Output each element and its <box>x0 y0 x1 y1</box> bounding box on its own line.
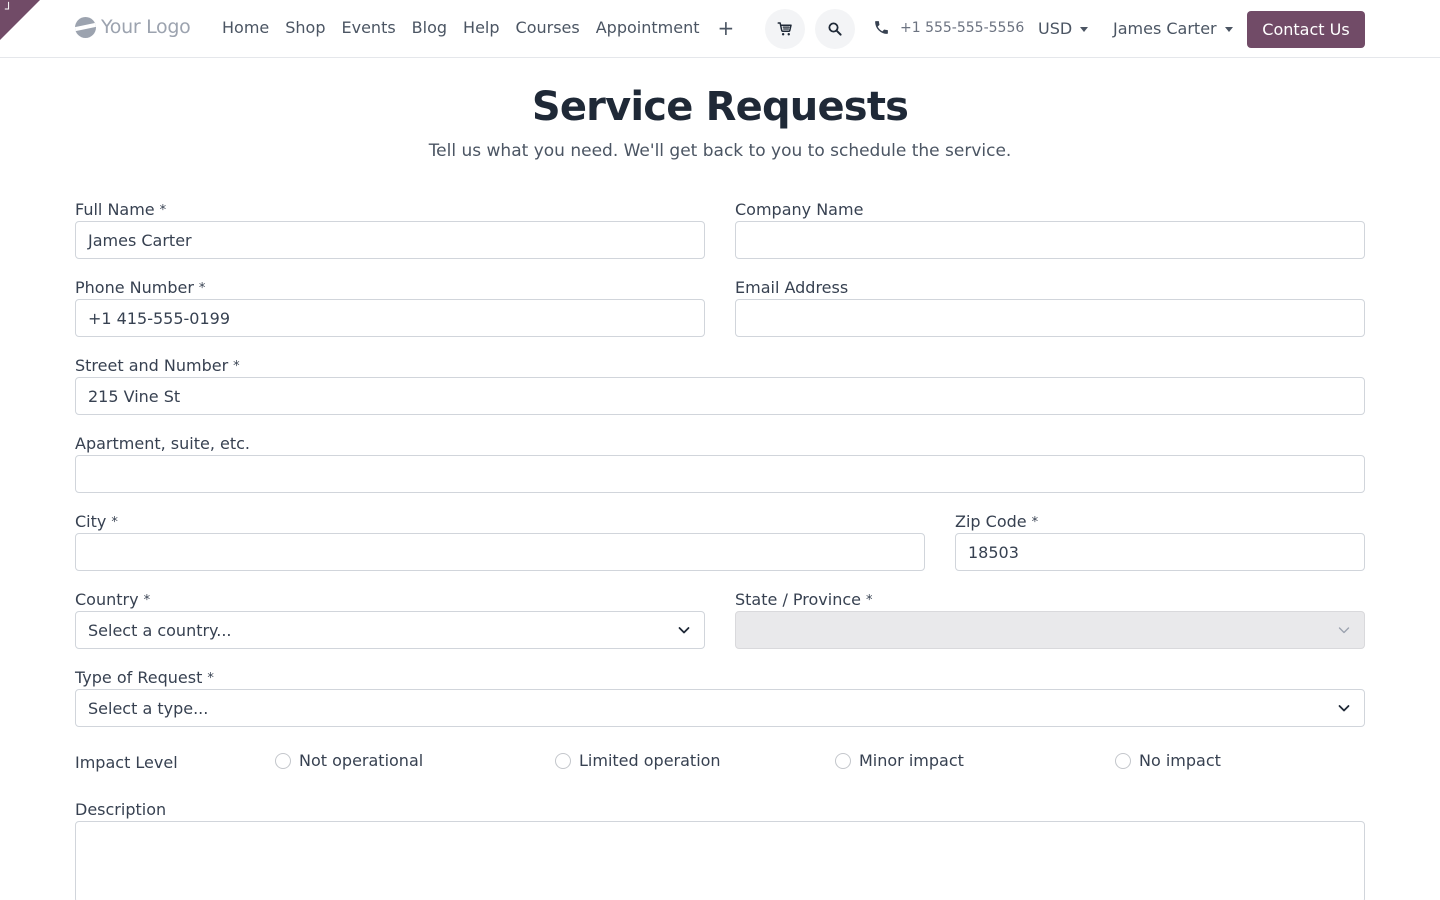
cart-button[interactable] <box>765 9 805 49</box>
phone-number-value: +1 415-555-0199 <box>88 308 231 328</box>
chevron-down-icon <box>1338 627 1350 634</box>
city-input[interactable] <box>75 533 925 571</box>
nav-events[interactable]: Events <box>342 18 396 37</box>
request-type-label: Type of Request * <box>75 668 214 687</box>
radio-label: Minor impact <box>859 751 964 770</box>
request-type-select[interactable]: Select a type... <box>75 689 1365 727</box>
chevron-down-icon <box>1224 27 1233 32</box>
edit-corner-icon: ┘ <box>5 2 13 16</box>
radio-label: No impact <box>1139 751 1221 770</box>
nav-shop[interactable]: Shop <box>285 18 325 37</box>
nav-add-icon[interactable]: + <box>717 18 734 38</box>
description-textarea[interactable] <box>75 821 1365 900</box>
phone-icon <box>875 21 888 34</box>
street-label: Street and Number * <box>75 356 240 375</box>
radio-label: Not operational <box>299 751 424 770</box>
street-value: 215 Vine St <box>88 386 181 406</box>
radio-button[interactable] <box>275 752 291 769</box>
request-type-selected-value: Select a type... <box>88 698 209 718</box>
street-input[interactable]: 215 Vine St <box>75 377 1365 415</box>
nav-courses[interactable]: Courses <box>516 18 580 37</box>
search-icon <box>828 22 842 36</box>
impact-radio-limited-operation[interactable]: Limited operation <box>555 751 721 770</box>
phone-number: +1 555-555-5556 <box>900 19 1025 36</box>
zip-code-input[interactable]: 18503 <box>955 533 1365 571</box>
email-address-input[interactable] <box>735 299 1365 337</box>
company-name-label: Company Name <box>735 200 864 219</box>
required-mark: * <box>207 671 214 686</box>
full-name-label: Full Name * <box>75 200 166 219</box>
city-label-text: City <box>75 512 107 531</box>
description-label: Description <box>75 800 167 819</box>
contact-us-button[interactable]: Contact Us <box>1247 11 1365 48</box>
apartment-label: Apartment, suite, etc. <box>75 434 250 453</box>
country-select[interactable]: Select a country... <box>75 611 705 649</box>
required-mark: * <box>143 593 151 608</box>
required-mark: * <box>866 593 873 608</box>
required-mark: * <box>159 203 167 218</box>
user-name: James Carter <box>1113 19 1217 38</box>
logo-text: Your Logo <box>101 16 191 38</box>
radio-button[interactable] <box>555 752 571 769</box>
radio-button[interactable] <box>835 752 851 769</box>
site-header: Your Logo Home Shop Events Blog Help Cou… <box>0 0 1440 58</box>
chevron-down-icon <box>678 627 690 634</box>
apartment-input[interactable] <box>75 455 1365 493</box>
email-address-label: Email Address <box>735 278 849 297</box>
state-select[interactable] <box>735 611 1365 649</box>
country-label: Country * <box>75 590 150 609</box>
country-label-text: Country <box>75 590 139 609</box>
nav-appointment[interactable]: Appointment <box>596 18 700 37</box>
radio-button[interactable] <box>1115 752 1131 769</box>
main-nav: Home Shop Events Blog Help Courses Appoi… <box>222 18 734 38</box>
page-title: Service Requests <box>531 84 909 130</box>
cart-icon <box>777 22 792 36</box>
impact-radio-not-operational[interactable]: Not operational <box>275 751 423 770</box>
required-mark: * <box>233 359 240 374</box>
nav-help[interactable]: Help <box>463 18 499 37</box>
page-subtitle: Tell us what you need. We'll get back to… <box>428 141 1012 161</box>
chevron-down-icon <box>1080 27 1089 32</box>
nav-blog[interactable]: Blog <box>412 18 447 37</box>
radio-label: Limited operation <box>579 751 721 770</box>
street-label-text: Street and Number <box>75 356 229 375</box>
state-label-text: State / Province <box>735 590 861 609</box>
logo[interactable]: Your Logo <box>75 16 191 38</box>
logo-icon <box>75 16 96 38</box>
required-mark: * <box>1031 515 1039 530</box>
search-button[interactable] <box>815 9 855 49</box>
full-name-input[interactable]: James Carter <box>75 221 705 259</box>
full-name-label-text: Full Name <box>75 200 155 219</box>
country-selected-value: Select a country... <box>88 620 232 640</box>
zip-code-label-text: Zip Code <box>955 512 1027 531</box>
request-type-label-text: Type of Request <box>75 668 203 687</box>
phone-number-input[interactable]: +1 415-555-0199 <box>75 299 705 337</box>
phone-link[interactable]: +1 555-555-5556 <box>873 19 1024 36</box>
user-menu[interactable]: James Carter <box>1113 19 1233 38</box>
phone-number-label-text: Phone Number <box>75 278 194 297</box>
zip-code-label: Zip Code * <box>955 512 1038 531</box>
impact-radio-minor-impact[interactable]: Minor impact <box>835 751 964 770</box>
currency-dropdown[interactable]: USD <box>1038 19 1089 38</box>
required-mark: * <box>111 515 118 530</box>
impact-radio-no-impact[interactable]: No impact <box>1115 751 1221 770</box>
zip-code-value: 18503 <box>968 542 1019 562</box>
currency-label: USD <box>1038 19 1073 38</box>
full-name-value: James Carter <box>88 230 192 250</box>
phone-number-label: Phone Number * <box>75 278 205 297</box>
chevron-down-icon <box>1338 705 1350 712</box>
state-label: State / Province * <box>735 590 873 609</box>
nav-home[interactable]: Home <box>222 18 269 37</box>
company-name-input[interactable] <box>735 221 1365 259</box>
city-label: City * <box>75 512 118 531</box>
impact-level-label: Impact Level <box>75 753 178 772</box>
required-mark: * <box>198 281 206 296</box>
